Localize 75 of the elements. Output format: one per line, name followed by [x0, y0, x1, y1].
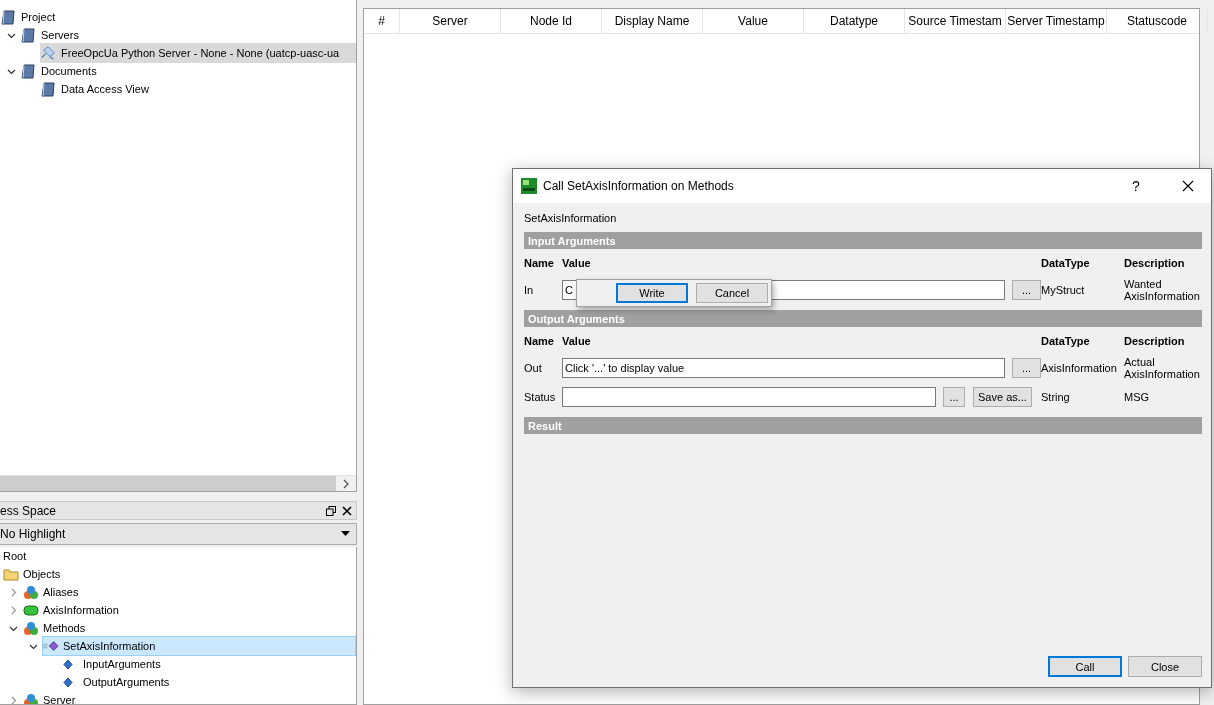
description-text: Actual AxisInformation	[1124, 356, 1200, 380]
column-header[interactable]: Source Timestam	[905, 9, 1006, 33]
dock-title: ess Space	[0, 503, 58, 518]
column-header[interactable]: Node Id	[501, 9, 602, 33]
close-button[interactable]: Close	[1128, 656, 1202, 677]
tree-item[interactable]: Servers	[41, 29, 79, 41]
description-text: Wanted AxisInformation	[1124, 278, 1200, 302]
column-header: Value	[562, 257, 592, 269]
write-button[interactable]: Write	[616, 283, 688, 303]
cancel-button[interactable]: Cancel	[696, 283, 768, 303]
column-header[interactable]: Value	[703, 9, 804, 33]
highlight-dropdown[interactable]: No Highlight	[0, 523, 357, 545]
tree-item[interactable]: Data Access View	[61, 83, 149, 95]
method-name: SetAxisInformation	[524, 211, 618, 226]
browse-button[interactable]: ...	[943, 387, 965, 407]
diamond-icon	[63, 658, 73, 670]
diamond-icon	[63, 676, 73, 688]
column-header[interactable]: Datatype	[804, 9, 905, 33]
argument-name: Out	[524, 362, 543, 374]
book-icon	[41, 81, 55, 97]
text-input[interactable]: Click '...' to display value	[562, 358, 1005, 378]
dialog-title: Call SetAxisInformation on Methods	[543, 179, 735, 193]
plug-icon	[41, 45, 57, 61]
tree-item[interactable]: SetAxisInformation	[63, 640, 156, 652]
tag-icon	[23, 604, 39, 616]
section-header: Result	[524, 417, 1202, 434]
call-button[interactable]: Call	[1048, 656, 1122, 677]
close-icon[interactable]	[342, 505, 352, 516]
datatype-text: AxisInformation	[1041, 362, 1118, 374]
restore-icon[interactable]	[326, 505, 336, 516]
argument-name: Status	[524, 391, 557, 403]
browse-button[interactable]: ...	[1012, 280, 1041, 300]
column-header[interactable]: Server	[400, 9, 501, 33]
tree-item[interactable]: AxisInformation	[43, 604, 119, 616]
tree-item[interactable]: Objects	[23, 568, 61, 580]
column-header: Description	[1124, 257, 1186, 269]
save-button[interactable]: Save as...	[973, 387, 1032, 407]
section-header: Output Arguments	[524, 310, 1202, 327]
cubes-icon	[23, 584, 39, 600]
tree-item[interactable]: Root	[3, 550, 27, 562]
tree-item[interactable]: Project	[21, 11, 56, 23]
argument-name: In	[524, 284, 535, 296]
help-button[interactable]: ?	[1113, 178, 1159, 194]
method-icon	[43, 640, 59, 652]
column-header: Value	[562, 335, 592, 347]
book-icon	[21, 63, 35, 79]
column-header: Name	[524, 335, 555, 347]
cubes-icon	[23, 620, 39, 636]
text-input[interactable]	[562, 387, 936, 407]
column-header: Name	[524, 257, 555, 269]
datatype-text: String	[1041, 391, 1071, 403]
dropdown-arrow-icon	[341, 531, 350, 537]
tree-item[interactable]: Aliases	[43, 586, 79, 598]
datatype-text: MyStruct	[1041, 284, 1086, 296]
horizontal-scrollbar[interactable]	[0, 475, 356, 491]
book-icon	[21, 27, 35, 43]
folder-icon	[3, 567, 19, 581]
cubes-icon	[23, 692, 39, 704]
tree-item[interactable]: Documents	[41, 65, 97, 77]
column-header[interactable]: Server Timestamp	[1006, 9, 1107, 33]
section-header: Input Arguments	[524, 232, 1202, 249]
column-header[interactable]: Statuscode	[1107, 9, 1208, 33]
browse-button[interactable]: ...	[1012, 358, 1041, 378]
column-header[interactable]: #	[364, 9, 400, 33]
tree-item[interactable]: OutputArguments	[83, 676, 170, 688]
column-header: DataType	[1041, 257, 1091, 269]
tree-item[interactable]: Methods	[43, 622, 86, 634]
app-icon	[521, 178, 537, 194]
column-header: Description	[1124, 335, 1186, 347]
tree-item[interactable]: InputArguments	[83, 658, 161, 670]
column-header: DataType	[1041, 335, 1091, 347]
book-icon	[1, 9, 15, 25]
description-text: MSG	[1124, 391, 1151, 403]
tree-item[interactable]: Server	[43, 694, 76, 704]
column-header[interactable]: Display Name	[602, 9, 703, 33]
